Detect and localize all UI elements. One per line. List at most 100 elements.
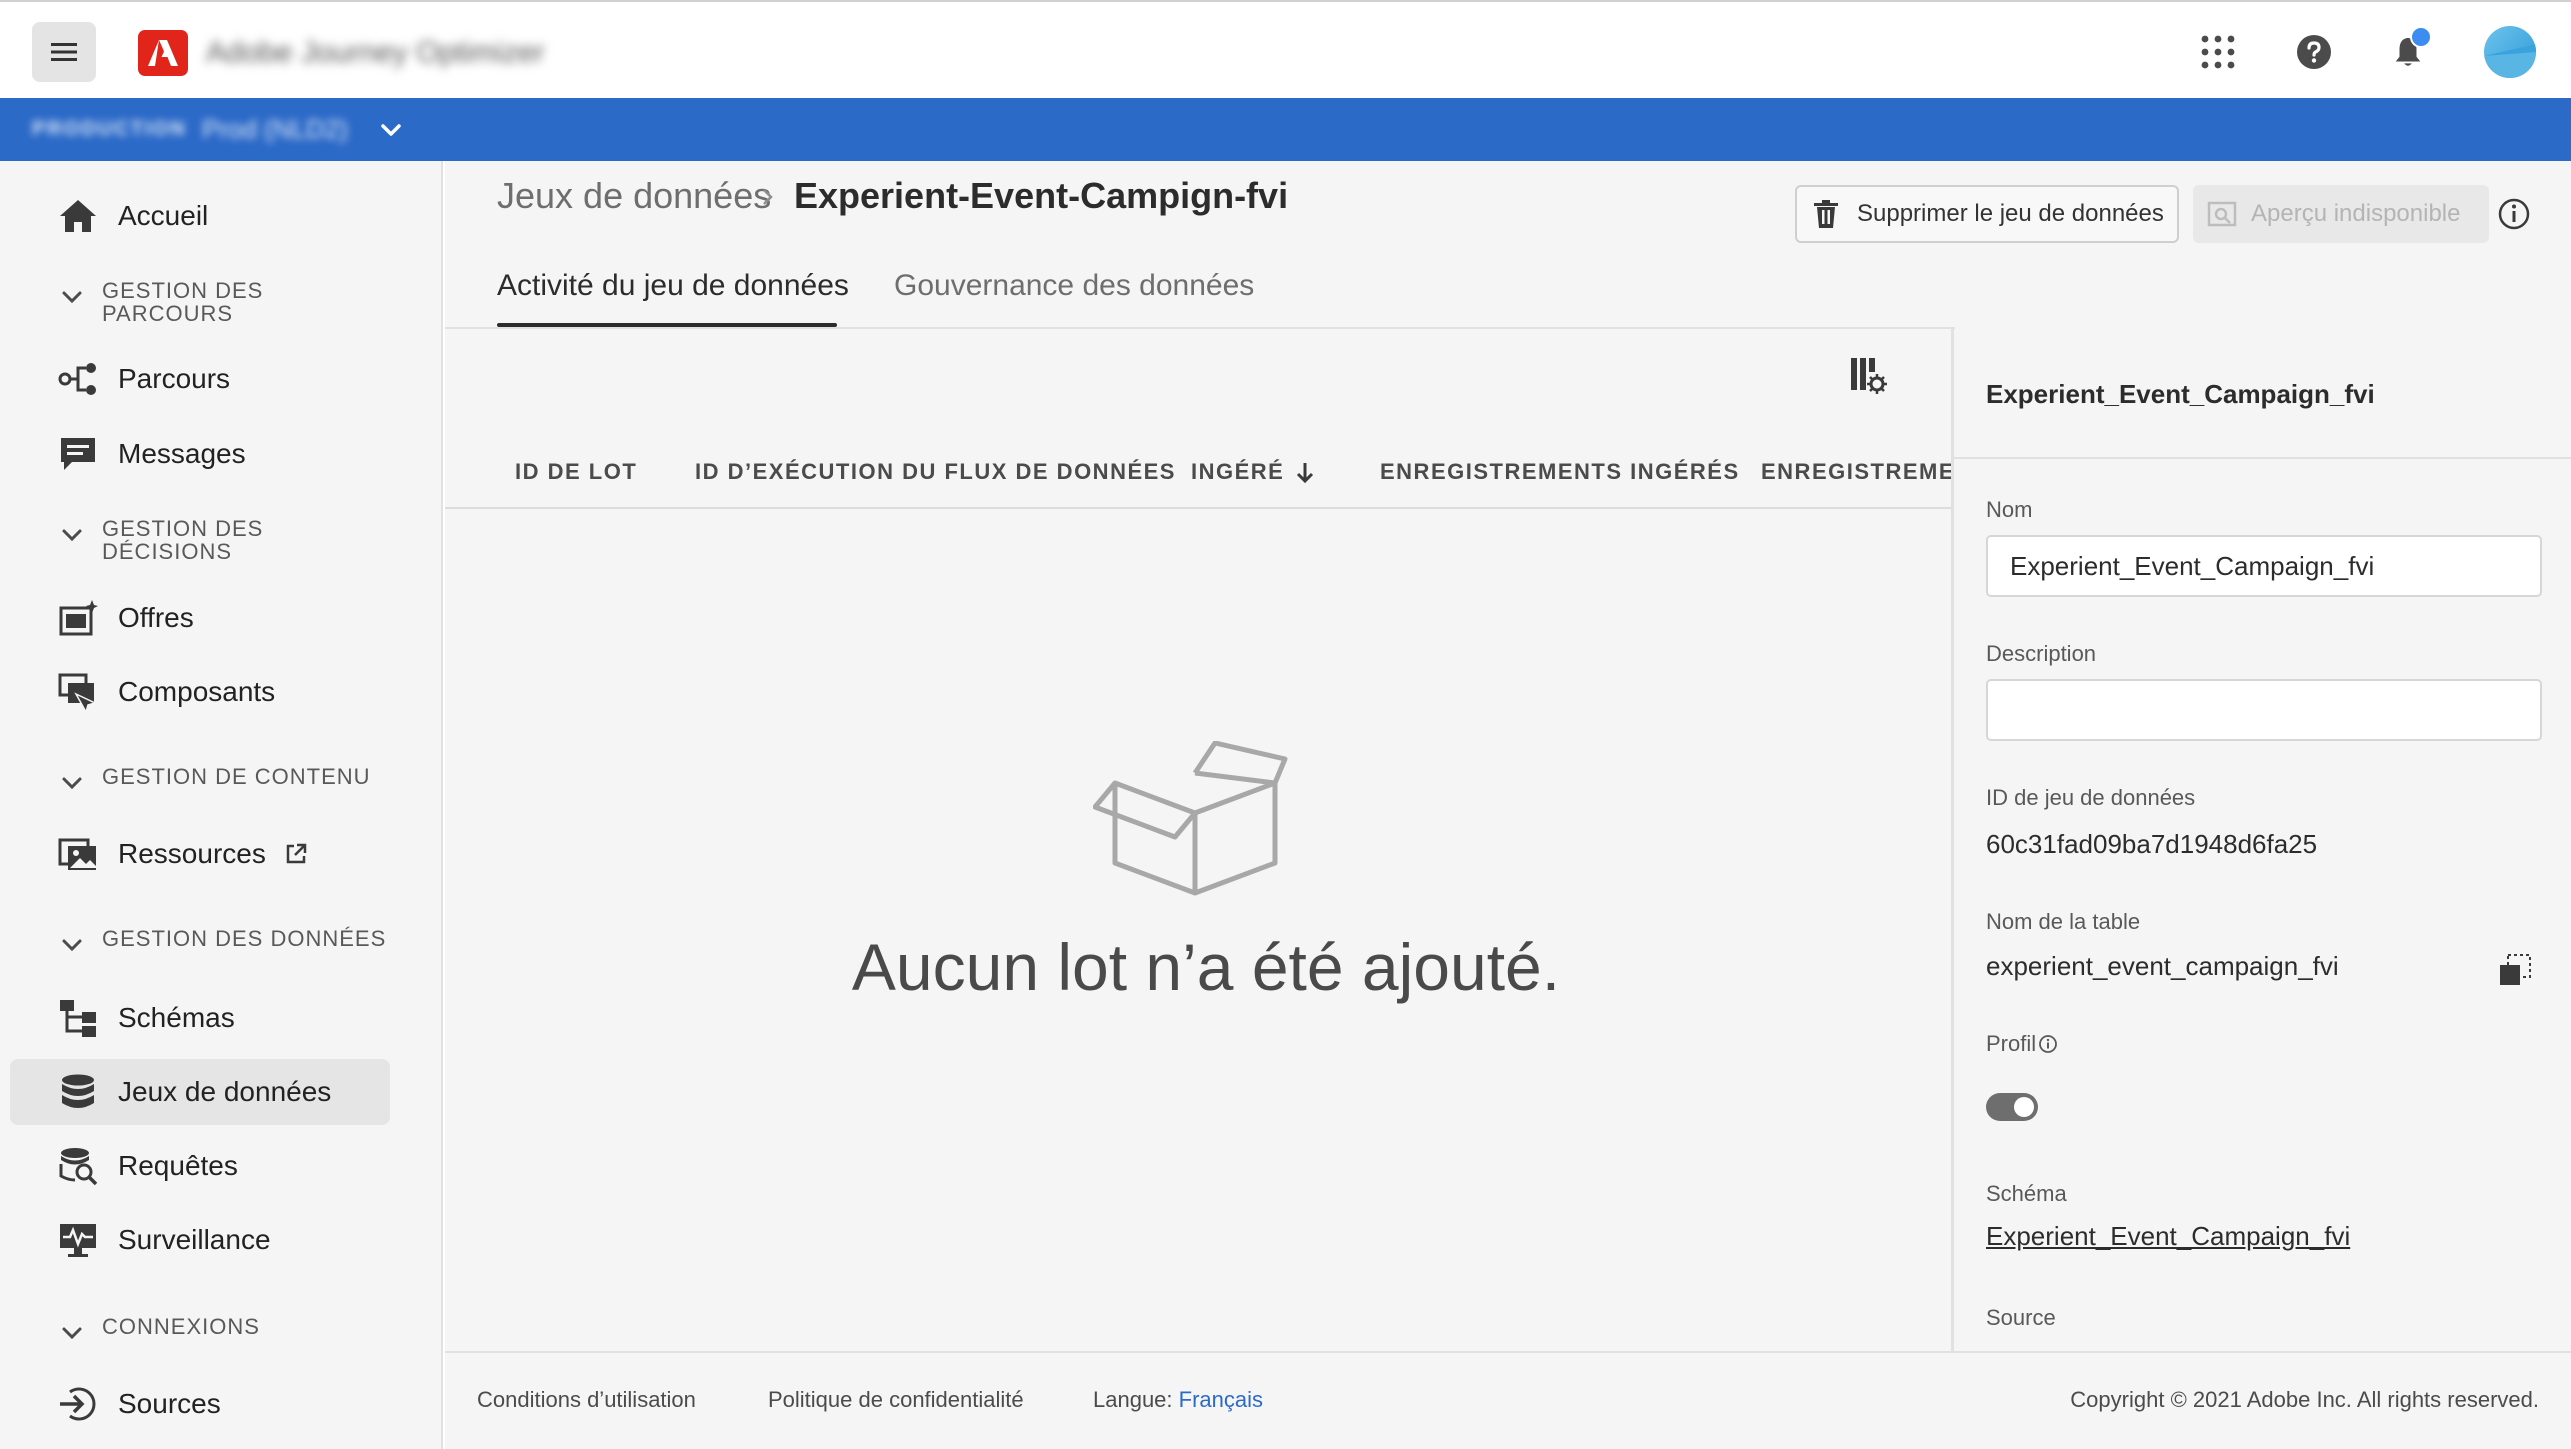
- column-header-dataflow-run-id[interactable]: ID D’EXÉCUTION DU FLUX DE DONNÉES: [695, 459, 1176, 485]
- sidebar-item-label: Offres: [118, 602, 194, 633]
- datasets-icon: [56, 1070, 100, 1114]
- panel-title: Experient_Event_Campaign_fvi: [1986, 379, 2375, 409]
- name-field[interactable]: Experient_Event_Campaign_fvi: [1986, 535, 2542, 597]
- menu-button[interactable]: [32, 22, 96, 82]
- language-value[interactable]: Français: [1179, 1387, 1263, 1412]
- sidebar-item-label: Composants: [118, 676, 276, 707]
- sidebar-item-accueil[interactable]: Accueil: [10, 183, 390, 249]
- sidebar-item-sources[interactable]: Sources: [10, 1371, 390, 1437]
- sidebar-item-composants[interactable]: Composants: [10, 659, 390, 725]
- sidebar-item-offres[interactable]: Offres: [10, 585, 390, 651]
- terms-link[interactable]: Conditions d’utilisation: [477, 1387, 696, 1413]
- chevron-down-icon: [62, 1327, 82, 1340]
- section-connexions[interactable]: CONNEXIONS: [58, 1315, 292, 1347]
- dataset-properties-panel: Experient_Event_Campaign_fvi Nom Experie…: [1951, 329, 2571, 1351]
- description-label: Description: [1986, 641, 2097, 666]
- section-gestion-de-contenu[interactable]: GESTION DE CONTENU: [58, 765, 402, 797]
- footer: Conditions d’utilisation Politique de co…: [445, 1351, 2571, 1449]
- chevron-right-icon: [763, 189, 773, 205]
- sidebar-item-jeux-de-donnees[interactable]: Jeux de données: [10, 1059, 390, 1125]
- profile-toggle[interactable]: [1986, 1093, 2038, 1121]
- top-header: Adobe Journey Optimizer: [0, 0, 2571, 98]
- menu-icon: [51, 43, 77, 61]
- empty-box-illustration: [1093, 741, 1288, 896]
- profile-label-text: Profil: [1986, 1031, 2037, 1056]
- preview-button[interactable]: Aperçu indisponible: [2193, 185, 2489, 243]
- assets-icon: [56, 832, 100, 876]
- sort-descending-icon[interactable]: [1293, 459, 1317, 487]
- delete-dataset-label: Supprimer le jeu de données: [1857, 200, 2164, 227]
- sidebar-item-ressources[interactable]: Ressources: [10, 821, 390, 887]
- column-header-ingested[interactable]: INGÉRÉ: [1191, 459, 1284, 485]
- breadcrumb-parent[interactable]: Jeux de données: [497, 175, 771, 217]
- preview-label: Aperçu indisponible: [2251, 200, 2461, 227]
- sidebar-item-label: Schémas: [118, 1002, 235, 1033]
- section-label: GESTION DES DÉCISIONS: [102, 516, 264, 564]
- sidebar-item-requetes[interactable]: Requêtes: [10, 1133, 390, 1199]
- tab-dataset-activity[interactable]: Activité du jeu de données: [497, 269, 849, 303]
- table-name-label: Nom de la table: [1986, 909, 2141, 934]
- info-icon[interactable]: [2497, 197, 2531, 231]
- adobe-logo[interactable]: [138, 30, 188, 76]
- column-header-records-ingested[interactable]: ENREGISTREMENTS INGÉRÉS: [1380, 459, 1740, 485]
- sources-icon: [56, 1382, 100, 1426]
- column-header-records[interactable]: ENREGISTREMEN: [1761, 459, 1951, 485]
- panel-divider: [1954, 457, 2571, 459]
- column-settings-icon[interactable]: [1847, 355, 1887, 395]
- section-label: GESTION DES PARCOURS: [102, 278, 264, 326]
- section-gestion-des-donnees[interactable]: GESTION DES DONNÉES: [58, 927, 402, 959]
- sidebar-item-parcours[interactable]: Parcours: [10, 346, 390, 412]
- sidebar-item-label: Sources: [118, 1388, 221, 1419]
- column-header-batch-id[interactable]: ID DE LOT: [515, 459, 637, 485]
- trash-icon: [1814, 200, 1838, 228]
- sidebar-item-label: Accueil: [118, 200, 209, 231]
- sidebar-item-schemas[interactable]: Schémas: [10, 985, 390, 1051]
- source-label: Source: [1986, 1305, 2056, 1330]
- page-title: Experient-Event-Campign-fvi: [794, 175, 1289, 216]
- sidebar-item-label: Parcours: [118, 363, 231, 394]
- chevron-down-icon: [62, 777, 82, 790]
- section-gestion-des-parcours[interactable]: GESTION DES PARCOURS: [58, 279, 292, 325]
- section-label: GESTION DES DONNÉES: [102, 926, 387, 951]
- tab-data-governance[interactable]: Gouvernance des données: [894, 269, 1254, 303]
- chevron-down-icon: [62, 529, 82, 542]
- notifications-icon[interactable]: [2382, 26, 2434, 78]
- schemas-icon: [56, 996, 100, 1040]
- sandbox-name[interactable]: Prod (NLD2): [202, 114, 348, 145]
- app-name: Adobe Journey Optimizer: [206, 36, 545, 69]
- help-icon[interactable]: [2288, 26, 2340, 78]
- chevron-down-icon: [62, 939, 82, 952]
- section-gestion-des-decisions[interactable]: GESTION DES DÉCISIONS: [58, 517, 292, 563]
- language-label: Langue:: [1093, 1387, 1173, 1412]
- section-label: CONNEXIONS: [102, 1314, 260, 1339]
- table-header-divider: [445, 507, 1951, 509]
- external-link-icon: [286, 843, 307, 864]
- language-selector[interactable]: Langue: Français: [1093, 1387, 1263, 1413]
- sidebar-item-label: Surveillance: [118, 1224, 271, 1255]
- monitoring-icon: [56, 1218, 100, 1262]
- sidebar-item-surveillance[interactable]: Surveillance: [10, 1207, 390, 1273]
- schema-link[interactable]: Experient_Event_Campaign_fvi: [1986, 1221, 2350, 1252]
- copyright: Copyright © 2021 Adobe Inc. All rights r…: [2070, 1387, 2539, 1412]
- delete-dataset-button[interactable]: Supprimer le jeu de données: [1795, 185, 2179, 243]
- components-icon: [56, 670, 100, 714]
- empty-state-message: Aucun lot n’a été ajouté.: [851, 930, 1561, 1004]
- batches-table: ID DE LOT ID D’EXÉCUTION DU FLUX DE DONN…: [445, 329, 1951, 1351]
- section-label: GESTION DE CONTENU: [102, 764, 371, 789]
- sidebar-item-messages[interactable]: Messages: [10, 421, 390, 487]
- journeys-icon: [56, 357, 100, 401]
- dataset-id-value: 60c31fad09ba7d1948d6fa25: [1986, 829, 2318, 859]
- info-icon[interactable]: [2038, 1034, 2058, 1054]
- chevron-down-icon[interactable]: [376, 116, 406, 144]
- left-sidebar: Accueil GESTION DES PARCOURS Parcours Me…: [0, 161, 443, 1449]
- schema-label: Schéma: [1986, 1181, 2067, 1206]
- description-field[interactable]: [1986, 679, 2542, 741]
- dataset-id-label: ID de jeu de données: [1986, 785, 2196, 810]
- apps-grid-icon[interactable]: [2192, 26, 2244, 78]
- sidebar-item-label: Requêtes: [118, 1150, 238, 1181]
- chevron-down-icon: [62, 291, 82, 304]
- toggle-knob: [2014, 1097, 2034, 1117]
- copy-icon[interactable]: [2498, 953, 2532, 987]
- privacy-link[interactable]: Politique de confidentialité: [768, 1387, 1024, 1413]
- user-avatar[interactable]: [2484, 26, 2536, 78]
